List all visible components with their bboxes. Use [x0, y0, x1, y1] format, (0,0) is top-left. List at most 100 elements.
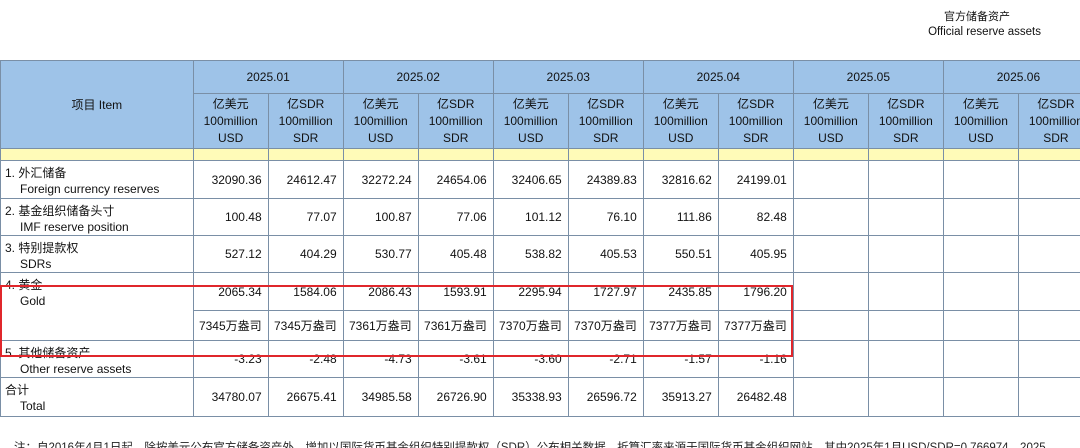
unit-usd-header: 亿美元 100million USD [792, 93, 869, 149]
table-row: 2. 基金组织储备头寸 IMF reserve position 100.48 77.… [0, 198, 1080, 236]
gold-ounces-cell [1017, 310, 1080, 341]
month-header: 2025.06 [942, 60, 1080, 94]
table-cell: 77.07 [267, 198, 344, 236]
row-label-en: Other reserve assets [20, 362, 132, 376]
row-label-zh: 5. 其他储备资产 [5, 346, 91, 360]
table-cell [867, 235, 944, 273]
table-cell: 550.51 [642, 235, 719, 273]
table-cell: 24389.83 [567, 160, 644, 199]
table-cell: -3.60 [492, 340, 569, 378]
unit-sdr-header: 亿SDR 100million SDR [267, 93, 344, 149]
table-cell [942, 377, 1019, 417]
gold-ounces-cell: 7345万盎司 [192, 310, 269, 341]
spacer-row [0, 148, 1080, 161]
month-header: 2025.05 [792, 60, 944, 94]
table-cell: 34780.07 [192, 377, 269, 417]
table-cell [942, 340, 1019, 378]
table-cell: -4.73 [342, 340, 419, 378]
table-cell: 530.77 [342, 235, 419, 273]
table-cell [792, 198, 869, 236]
footnote: 注：自2016年4月1日起，除按美元公布官方储备资产外，增加以国际货币基金组织特… [14, 442, 1046, 448]
unit-usd-header: 亿美元 100million USD [642, 93, 719, 149]
table-cell [942, 272, 1019, 311]
month-header-row: 项目 Item 2025.01 2025.02 2025.03 2025.04 … [0, 60, 1080, 149]
row-label-en: IMF reserve position [20, 220, 129, 234]
row-label: 2. 基金组织储备头寸 IMF reserve position [0, 198, 194, 236]
row-label-en: Total [20, 399, 46, 413]
unit-sdr-header: 亿SDR 100million SDR [567, 93, 644, 149]
row-label: 4. 黄金 Gold [0, 272, 194, 341]
table-cell: 2295.94 [492, 272, 569, 311]
month-header: 2025.03 [492, 60, 644, 94]
table-cell [792, 160, 869, 199]
reserve-assets-table: 项目 Item 2025.01 2025.02 2025.03 2025.04 … [0, 60, 1080, 417]
table-cell [867, 160, 944, 199]
table-cell: 2435.85 [642, 272, 719, 311]
table-cell [942, 235, 1019, 273]
table-cell: 26726.90 [417, 377, 494, 417]
unit-sdr-header: 亿SDR 100million SDR [1017, 93, 1080, 149]
row-label-zh: 4. 黄金 [5, 278, 43, 292]
table-cell: 405.53 [567, 235, 644, 273]
table-cell: 26675.41 [267, 377, 344, 417]
gold-ounces-cell [942, 310, 1019, 341]
gold-ounces-cell: 7377万盎司 [717, 310, 794, 341]
row-label-en: Gold [20, 294, 46, 308]
table-cell [1017, 235, 1080, 273]
table-cell: 100.87 [342, 198, 419, 236]
unit-sdr-header: 亿SDR 100million SDR [867, 93, 944, 149]
table-body: 1. 外汇储备 Foreign currency reserves 32090.36… [0, 160, 1080, 417]
table-cell: 32816.62 [642, 160, 719, 199]
table-cell: 32406.65 [492, 160, 569, 199]
row-label: 3. 特别提款权 SDRs [0, 235, 194, 273]
table-cell [867, 198, 944, 236]
table-cell: 26482.48 [717, 377, 794, 417]
table-row: 3. 特别提款权 SDRs 527.12 404.29 530.77 405.48 538.… [0, 235, 1080, 273]
table-cell: 24612.47 [267, 160, 344, 199]
row-label: 合计 Total [0, 377, 194, 417]
gold-ounces-cell [867, 310, 944, 341]
table-cell: -1.16 [717, 340, 794, 378]
table-cell [867, 272, 944, 311]
row-label-zh: 2. 基金组织储备头寸 [5, 204, 115, 218]
table-cell [867, 340, 944, 378]
table-cell: -3.23 [192, 340, 269, 378]
row-label: 1. 外汇储备 Foreign currency reserves [0, 160, 194, 199]
title-zh: 官方储备资产 [944, 11, 1010, 23]
table-cell [942, 160, 1019, 199]
table-cell: 24199.01 [717, 160, 794, 199]
unit-usd-header: 亿美元 100million USD [192, 93, 269, 149]
table-cell: 1796.20 [717, 272, 794, 311]
row-label-en: SDRs [20, 257, 52, 271]
table-cell: 34985.58 [342, 377, 419, 417]
row-label-zh: 3. 特别提款权 [5, 241, 79, 255]
unit-sdr-header: 亿SDR 100million SDR [717, 93, 794, 149]
table-cell [792, 377, 869, 417]
table-cell: 404.29 [267, 235, 344, 273]
item-header: 项目 Item [0, 60, 194, 149]
table-cell: 32272.24 [342, 160, 419, 199]
table-cell: 82.48 [717, 198, 794, 236]
gold-ounces-cell: 7370万盎司 [492, 310, 569, 341]
table-cell: 2065.34 [192, 272, 269, 311]
gold-ounces-cell: 7361万盎司 [342, 310, 419, 341]
row-label-zh: 1. 外汇储备 [5, 166, 67, 180]
table-cell: 405.48 [417, 235, 494, 273]
month-header: 2025.01 [192, 60, 344, 94]
table-cell: -2.48 [267, 340, 344, 378]
table-cell [1017, 272, 1080, 311]
row-label-zh: 合计 [5, 383, 30, 397]
table-cell: 527.12 [192, 235, 269, 273]
table-cell [1017, 377, 1080, 417]
table-cell: 405.95 [717, 235, 794, 273]
table-cell: -2.71 [567, 340, 644, 378]
month-header: 2025.02 [342, 60, 494, 94]
table-cell [1017, 160, 1080, 199]
table-cell: 1727.97 [567, 272, 644, 311]
table-cell: 76.10 [567, 198, 644, 236]
table-cell: -1.57 [642, 340, 719, 378]
table-row: 4. 黄金 Gold 2065.34 1584.06 2086.43 1593.91 229… [0, 272, 1080, 341]
unit-usd-header: 亿美元 100million USD [342, 93, 419, 149]
month-header: 2025.04 [642, 60, 794, 94]
gold-ounces-cell: 7377万盎司 [642, 310, 719, 341]
